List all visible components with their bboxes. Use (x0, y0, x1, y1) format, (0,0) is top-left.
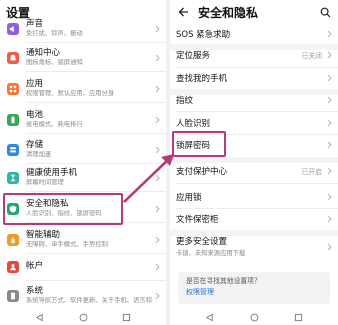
chevron-right-icon (324, 72, 334, 84)
apps-icon (7, 82, 19, 95)
security-item-title: 人脸识别 (176, 118, 211, 129)
divider (26, 133, 166, 134)
chevron-right-icon (152, 114, 162, 126)
settings-item-title: 通知中心 (26, 48, 61, 58)
security-item-title: 定位服务 (176, 50, 211, 61)
chevron-right-icon (152, 234, 162, 246)
security-item-title: 查找我的手机 (176, 73, 228, 84)
settings-item-subtitle: 人脸识别、指纹、锁屏密码 (26, 210, 102, 217)
settings-item-subtitle: 权限管理、默认应用、应用分身 (26, 90, 115, 97)
status-text: 已关闭 (301, 51, 322, 60)
security-item-face-recognition[interactable]: 人脸识别 (170, 111, 338, 134)
settings-item-title: 智能辅助 (26, 230, 61, 240)
chevron-right-icon (324, 213, 334, 225)
settings-item-subtitle: 系统导航方式、软件更新、关于手机、语言和输入法 (26, 297, 152, 304)
security-item-app-lock[interactable]: 应用锁 (170, 185, 338, 208)
account-icon (7, 260, 19, 273)
security-item-lock-screen-password[interactable]: 锁屏密码 (170, 133, 338, 156)
chevron-right-icon (324, 165, 334, 177)
divider (26, 102, 166, 103)
security-item-payment-protection[interactable]: 支付保护中心 已开启 (170, 159, 338, 182)
security-header: 安全和隐私 (170, 0, 338, 24)
security-item-title: SOS 紧急求助 (176, 29, 231, 40)
divider (26, 42, 166, 43)
chevron-right-icon (324, 49, 334, 61)
help-question: 是否在寻找其他设置项？ (186, 277, 261, 285)
security-item-title: 文件保密柜 (176, 214, 219, 225)
hourglass-icon (7, 171, 19, 184)
storage-icon (7, 143, 19, 156)
settings-item-battery[interactable]: 电池 省电模式、耗电排行 (0, 107, 166, 132)
chevron-right-icon (324, 241, 334, 253)
security-privacy-panel: 安全和隐私 SOS 紧急求助 定位服务 已关闭 查找我的手机 指纹 人脸识别 锁… (170, 0, 338, 325)
security-item-title: 支付保护中心 (176, 166, 228, 177)
settings-item-sound[interactable]: 声音 免打扰、铃声、振动 (0, 16, 166, 41)
speaker-icon (7, 22, 19, 35)
chevron-right-icon (324, 94, 334, 106)
divider (26, 222, 166, 223)
security-item-find-my-phone[interactable]: 查找我的手机 (170, 66, 338, 89)
hand-icon (7, 233, 19, 246)
nav-bar (170, 308, 338, 325)
search-icon[interactable] (319, 6, 331, 18)
battery-icon (7, 113, 19, 126)
help-card: 是否在寻找其他设置项？ 权限管理 (178, 272, 330, 304)
settings-item-title: 帐户 (26, 261, 44, 271)
chevron-right-icon (152, 290, 162, 302)
security-item-location[interactable]: 定位服务 已关闭 (170, 43, 338, 66)
divider (26, 71, 166, 72)
chevron-right-icon (324, 117, 334, 129)
phone-icon (7, 289, 19, 302)
security-item-more-settings[interactable]: 更多安全设置 卡锁、未知来源应用下载 (170, 234, 338, 260)
chevron-right-icon (152, 52, 162, 64)
back-triangle-icon[interactable] (35, 307, 44, 325)
settings-item-smart-assistance[interactable]: 智能辅助 无障碍、单手模式、手势控制 (0, 227, 166, 252)
settings-item-notifications[interactable]: 通知中心 图标角标、锁屏通知 (0, 45, 166, 70)
bell-icon (7, 51, 19, 64)
settings-item-subtitle: 免打扰、铃声、振动 (26, 30, 83, 37)
pointer-arrow-icon (123, 154, 174, 203)
home-circle-icon[interactable] (250, 307, 259, 325)
settings-item-apps[interactable]: 应用 权限管理、默认应用、应用分身 (0, 76, 166, 101)
security-item-title: 更多安全设置 (176, 237, 228, 247)
nav-bar (0, 308, 166, 325)
back-triangle-icon[interactable] (205, 307, 214, 325)
security-item-title: 指纹 (176, 95, 194, 106)
shield-icon (7, 202, 19, 215)
settings-item-subtitle: 图标角标、锁屏通知 (26, 59, 83, 66)
permission-management-link[interactable]: 权限管理 (186, 287, 322, 298)
back-arrow-icon[interactable] (176, 5, 190, 19)
settings-item-title: 系统 (26, 286, 44, 296)
security-item-fingerprint[interactable]: 指纹 (170, 88, 338, 111)
security-item-file-safe[interactable]: 文件保密柜 (170, 207, 338, 230)
security-item-subtitle: 卡锁、未知来源应用下载 (176, 250, 246, 257)
chevron-right-icon (324, 28, 334, 40)
chevron-right-icon (152, 83, 162, 95)
settings-item-system[interactable]: 系统系统导航方式、软件更新、关于手机、语言和输入法 (0, 283, 166, 308)
security-item-sos[interactable]: SOS 紧急求助 (170, 22, 338, 45)
page-title: 安全和隐私 (198, 5, 259, 20)
divider (176, 183, 338, 184)
chevron-right-icon (324, 191, 334, 203)
settings-item-title: 应用 (26, 79, 44, 89)
status-text: 已开启 (301, 167, 322, 176)
settings-item-title: 电池 (26, 110, 44, 120)
recents-square-icon[interactable] (122, 307, 131, 325)
recents-square-icon[interactable] (294, 307, 303, 325)
chevron-right-icon (152, 23, 162, 35)
settings-item-subtitle: 无障碍、单手模式、手势控制 (26, 241, 108, 248)
security-item-title: 锁屏密码 (176, 140, 211, 151)
divider (26, 280, 166, 281)
chevron-right-icon (152, 261, 162, 273)
settings-item-title: 声音 (26, 19, 44, 29)
settings-item-subtitle: 省电模式、耗电排行 (26, 121, 83, 128)
settings-item-accounts[interactable]: 帐户 (0, 254, 166, 279)
chevron-right-icon (324, 139, 334, 151)
home-circle-icon[interactable] (79, 307, 88, 325)
